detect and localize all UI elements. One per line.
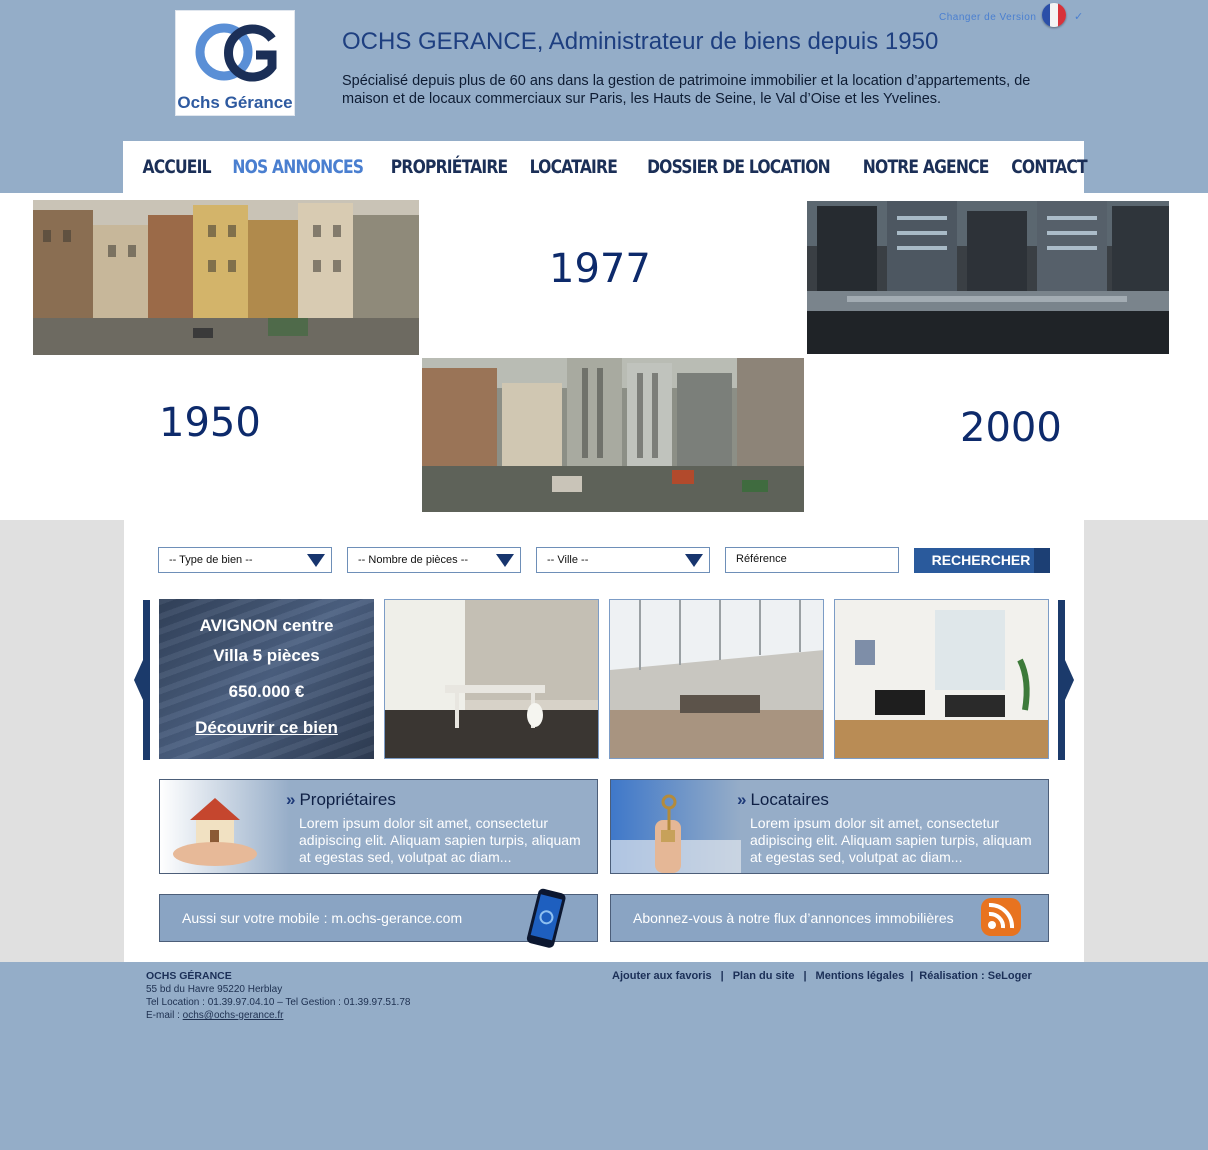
street-1977-image <box>422 358 804 512</box>
mobile-promo-text: Aussi sur votre mobile : m.ochs-gerance.… <box>182 910 463 926</box>
carousel-next-icon[interactable] <box>1058 600 1074 760</box>
reference-input[interactable]: Référence <box>725 547 899 573</box>
property-type-value: -- Type de bien -- <box>169 554 253 566</box>
rss-promo-text: Abonnez-vous à notre flux d’annonces imm… <box>633 910 954 926</box>
footer-email-label: E-mail : <box>146 1010 183 1021</box>
dropdown-arrow-icon <box>307 554 325 567</box>
tenants-box[interactable]: » Locataires Lorem ipsum dolor sit amet, … <box>610 779 1049 874</box>
carousel-prev-icon[interactable] <box>134 600 150 760</box>
footer-link-favoris[interactable]: Ajouter aux favoris <box>612 970 712 982</box>
owners-title-text: Propriétaires <box>299 790 396 809</box>
site-logo[interactable]: Ochs Gérance <box>175 10 295 116</box>
property-photo-loft[interactable] <box>609 599 824 759</box>
footer-address: 55 bd du Havre 95220 Herblay <box>146 984 283 995</box>
footer-link-realisation[interactable]: Réalisation : SeLoger <box>919 970 1031 982</box>
year-1977: 1977 <box>549 246 651 292</box>
footer-links: Ajouter aux favoris | Plan du site | Mention… <box>612 970 1032 982</box>
nav-item-contact[interactable]: CONTACT <box>1011 156 1087 178</box>
keys-in-hand-image <box>611 780 741 873</box>
footer-separator: | <box>720 970 724 982</box>
featured-link[interactable]: Découvrir ce bien <box>159 718 374 738</box>
footer-link-mentions-legales[interactable]: Mentions légales <box>816 970 905 982</box>
footer-separator: | <box>910 970 914 982</box>
city-2000-image <box>807 201 1169 354</box>
chevron-right-icon: » <box>737 790 747 809</box>
page-title: OCHS GERANCE, Administrateur de biens de… <box>342 28 939 55</box>
city-value: -- Ville -- <box>547 554 589 566</box>
year-2000: 2000 <box>960 405 1062 451</box>
owners-text: Lorem ipsum dolor sit amet, consectetur … <box>299 815 581 865</box>
property-photo-living[interactable] <box>834 599 1049 759</box>
house-in-hands-image <box>160 780 290 873</box>
rss-icon[interactable] <box>980 897 1024 939</box>
history-banner: 1977 1950 2000 <box>0 193 1208 520</box>
footer-contact: OCHS GÉRANCE 55 bd du Havre 95220 Herbla… <box>146 970 410 1022</box>
owners-box[interactable]: » Propriétaires Lorem ipsum dolor sit ame… <box>159 779 598 874</box>
nav-item-proprietaire[interactable]: PROPRIÉTAIRE <box>391 156 508 178</box>
logo-text: Ochs Gérance <box>177 93 293 112</box>
footer-link-plan-du-site[interactable]: Plan du site <box>733 970 795 982</box>
dropdown-arrow-icon <box>496 554 514 567</box>
featured-city: AVIGNON centre <box>199 616 334 635</box>
property-photo-dining[interactable] <box>384 599 599 759</box>
city-select[interactable]: -- Ville -- <box>536 547 710 573</box>
nav-item-locataire[interactable]: LOCATAIRE <box>530 156 618 178</box>
site-description: Spécialisé depuis plus de 60 ans dans la… <box>342 73 1031 107</box>
tenants-text: Lorem ipsum dolor sit amet, consectetur … <box>750 815 1032 865</box>
footer-phones: Tel Location : 01.39.97.04.10 – Tel Gest… <box>146 997 411 1008</box>
chevron-right-icon: » <box>286 790 296 809</box>
nav-item-accueil[interactable]: ACCUEIL <box>142 156 211 178</box>
featured-type: Villa 5 pièces <box>213 646 320 665</box>
change-version-link[interactable]: Changer de Version <box>939 12 1036 23</box>
chevron-down-icon[interactable]: ✓ <box>1074 10 1083 23</box>
main-nav: ACCUEIL NOS ANNONCES PROPRIÉTAIRE LOCATA… <box>123 141 1087 193</box>
france-flag-icon[interactable] <box>1042 3 1066 27</box>
tenants-title-text: Locataires <box>750 790 829 809</box>
rooms-select[interactable]: -- Nombre de pièces -- <box>347 547 521 573</box>
tenants-title[interactable]: » Locataires <box>737 790 829 810</box>
nav-item-dossier-de-location[interactable]: DOSSIER DE LOCATION <box>647 156 831 178</box>
footer-company-name: OCHS GÉRANCE <box>146 970 232 982</box>
footer-email-link[interactable]: ochs@ochs-gerance.fr <box>183 1010 284 1021</box>
street-1950-image <box>33 200 419 355</box>
footer-separator: | <box>803 970 807 982</box>
nav-item-nos-annonces[interactable]: NOS ANNONCES <box>233 156 365 178</box>
dropdown-arrow-icon <box>685 554 703 567</box>
og-logo-mark <box>195 23 277 82</box>
search-button[interactable]: RECHERCHER <box>914 548 1050 573</box>
rooms-value: -- Nombre de pièces -- <box>358 554 469 566</box>
nav-item-notre-agence[interactable]: NOTRE AGENCE <box>863 156 990 178</box>
year-1950: 1950 <box>159 400 261 446</box>
featured-property-card[interactable]: AVIGNON centre Villa 5 pièces 650.000 € … <box>159 599 374 759</box>
owners-title[interactable]: » Propriétaires <box>286 790 396 810</box>
property-type-select[interactable]: -- Type de bien -- <box>158 547 332 573</box>
smartphone-icon <box>526 888 566 948</box>
featured-price: 650.000 € <box>228 682 305 701</box>
